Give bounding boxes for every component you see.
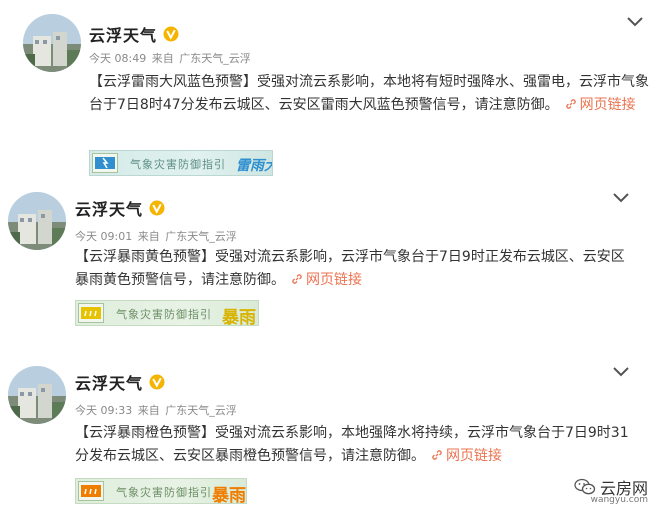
- web-link[interactable]: 网页链接: [425, 448, 502, 464]
- wechat-icon: [574, 478, 596, 495]
- post-meta: 今天 09:01 来自 广东天气_云浮: [75, 228, 239, 244]
- chevron-down-icon[interactable]: [626, 16, 644, 28]
- source-prefix: 来自: [137, 404, 160, 417]
- banner-warning-type: 暴雨: [212, 486, 246, 504]
- avatar[interactable]: [8, 366, 66, 424]
- weibo-post-2: 云浮天气 今天 09:01 来自 广东天气_云浮 【云浮暴雨黄色预警】受强对流云…: [0, 180, 664, 350]
- link-chain-icon: [292, 274, 302, 284]
- post-time[interactable]: 今天 08:49: [89, 52, 146, 65]
- avatar-image: [8, 192, 66, 250]
- avatar-image: [8, 366, 66, 424]
- verified-v-icon: [149, 200, 165, 216]
- banner-warning-type: 暴雨: [222, 308, 256, 326]
- source-prefix: 来自: [137, 230, 160, 243]
- chevron-down-icon[interactable]: [612, 366, 630, 378]
- source-prefix: 来自: [151, 52, 174, 65]
- web-link-label[interactable]: 网页链接: [580, 97, 636, 113]
- banner-warning-type: 雷雨大风: [236, 158, 272, 174]
- post-source[interactable]: 广东天气_云浮: [179, 52, 251, 65]
- account-name[interactable]: 云浮天气: [75, 196, 143, 220]
- post-text: 【云浮暴雨橙色预警】受强对流云系影响，本地强降水将持续，云浮市气象台于7日9时3…: [75, 422, 640, 468]
- warning-banner-image[interactable]: 气象灾害防御指引 雷雨大风: [89, 150, 273, 176]
- post-meta: 今天 08:49 来自 广东天气_云浮: [89, 50, 253, 66]
- account-name[interactable]: 云浮天气: [89, 22, 157, 46]
- banner-caption: 气象灾害防御指引: [130, 158, 226, 171]
- verified-v-icon: [163, 26, 179, 42]
- web-link[interactable]: 网页链接: [285, 272, 362, 288]
- post-time[interactable]: 今天 09:33: [75, 404, 132, 417]
- chevron-down-icon[interactable]: [612, 192, 630, 204]
- post-source[interactable]: 广东天气_云浮: [165, 230, 237, 243]
- post-text: 【云浮暴雨黄色预警】受强对流云系影响，云浮市气象台于7日9时正发布云城区、云安区…: [75, 246, 635, 292]
- avatar[interactable]: [8, 192, 66, 250]
- verified-v-icon: [149, 374, 165, 390]
- link-chain-icon: [432, 450, 442, 460]
- post-meta: 今天 09:33 来自 广东天气_云浮: [75, 402, 239, 418]
- site-watermark: 云房网 wangyu.com: [574, 475, 648, 505]
- post-time[interactable]: 今天 09:01: [75, 230, 132, 243]
- warning-sign-icon: [78, 303, 104, 323]
- link-chain-icon: [565, 99, 576, 109]
- warning-sign-icon: [78, 481, 104, 501]
- post-text: 【云浮雷雨大风蓝色预警】受强对流云系影响，本地将有短时强降水、强雷电，云浮市气象…: [89, 71, 649, 117]
- post-source[interactable]: 广东天气_云浮: [165, 404, 237, 417]
- post-content: 【云浮暴雨橙色预警】受强对流云系影响，本地强降水将持续，云浮市气象台于7日9时3…: [75, 425, 629, 464]
- web-link-label[interactable]: 网页链接: [446, 448, 502, 464]
- banner-caption: 气象灾害防御指引: [116, 308, 212, 321]
- warning-banner-image[interactable]: 气象灾害防御指引 暴雨: [75, 478, 247, 504]
- banner-caption: 气象灾害防御指引: [116, 486, 212, 499]
- account-name[interactable]: 云浮天气: [75, 370, 143, 394]
- warning-banner-image[interactable]: 气象灾害防御指引 暴雨: [75, 300, 259, 326]
- avatar[interactable]: [23, 14, 81, 72]
- weibo-post-1: 云浮天气 今天 08:49 来自 广东天气_云浮 【云浮雷雨大风蓝色预警】受强对…: [0, 0, 664, 180]
- avatar-image: [23, 14, 81, 72]
- web-link-label[interactable]: 网页链接: [306, 272, 362, 288]
- watermark-subtitle: wangyu.com: [590, 495, 648, 505]
- weibo-post-3: 云浮天气 今天 09:33 来自 广东天气_云浮 【云浮暴雨橙色预警】受强对流云…: [0, 350, 664, 517]
- web-link[interactable]: 网页链接: [559, 97, 636, 113]
- warning-sign-icon: [92, 153, 118, 173]
